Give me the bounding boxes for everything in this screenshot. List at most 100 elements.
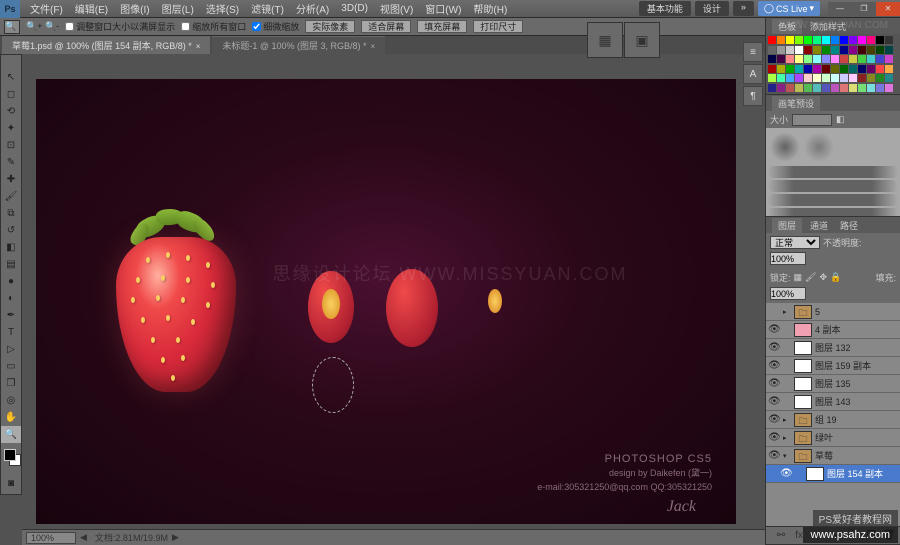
swatch[interactable]	[786, 65, 794, 73]
zoom-tool-preset-icon[interactable]: 🔍	[4, 20, 20, 34]
layer-item[interactable]: 👁图层 159 副本	[766, 357, 900, 375]
swatch[interactable]	[876, 65, 884, 73]
swatch[interactable]	[867, 46, 875, 54]
lock-transparency-icon[interactable]: ▦	[794, 272, 803, 283]
document-tab-active[interactable]: 草莓1.psd @ 100% (图层 154 副本, RGB/8) *×	[2, 36, 210, 54]
styles-tab[interactable]: 添加样式	[804, 19, 852, 34]
swatch[interactable]	[813, 36, 821, 44]
swatch[interactable]	[831, 65, 839, 73]
brush-toggle-icon[interactable]: ◧	[836, 114, 845, 125]
swatch[interactable]	[849, 46, 857, 54]
swatch[interactable]	[795, 46, 803, 54]
swatch[interactable]	[858, 46, 866, 54]
swatch[interactable]	[804, 65, 812, 73]
swatch[interactable]	[804, 55, 812, 63]
swatch[interactable]	[804, 84, 812, 92]
3d-camera-tool-icon[interactable]: ◎	[1, 392, 21, 409]
swatch[interactable]	[813, 55, 821, 63]
layers-tab[interactable]: 图层	[772, 218, 802, 233]
swatch[interactable]	[867, 74, 875, 82]
swatch[interactable]	[786, 55, 794, 63]
layer-item[interactable]: 👁▸🗀组 19	[766, 411, 900, 429]
menu-edit[interactable]: 编辑(E)	[69, 1, 114, 16]
arrange-documents-icon[interactable]: ▦	[587, 22, 623, 58]
swatch[interactable]	[831, 55, 839, 63]
swatch[interactable]	[831, 84, 839, 92]
lock-image-icon[interactable]: 🖌	[805, 272, 816, 283]
swatch[interactable]	[849, 55, 857, 63]
visibility-icon[interactable]: 👁	[768, 396, 780, 407]
swatch[interactable]	[813, 84, 821, 92]
swatch[interactable]	[813, 65, 821, 73]
brush-list[interactable]	[766, 128, 900, 216]
color-swatches[interactable]	[1, 447, 21, 475]
marquee-tool-icon[interactable]: ◻	[1, 86, 21, 103]
swatch[interactable]	[840, 46, 848, 54]
swatch[interactable]	[813, 46, 821, 54]
visibility-icon[interactable]: 👁	[780, 468, 792, 479]
window-close-icon[interactable]: ✕	[876, 2, 900, 16]
swatch[interactable]	[822, 36, 830, 44]
layer-item[interactable]: 👁4 副本	[766, 321, 900, 339]
eyedropper-tool-icon[interactable]: ✎	[1, 154, 21, 171]
swatch[interactable]	[795, 36, 803, 44]
heal-tool-icon[interactable]: ✚	[1, 171, 21, 188]
opacity-input[interactable]	[770, 252, 806, 265]
foreground-color-swatch[interactable]	[4, 449, 16, 461]
swatch[interactable]	[831, 46, 839, 54]
disclosure-icon[interactable]: ▸	[783, 308, 791, 316]
lock-all-icon[interactable]: 🔒	[830, 272, 841, 283]
menu-image[interactable]: 图像(I)	[114, 1, 155, 16]
workspace-basic[interactable]: 基本功能	[639, 1, 691, 16]
menu-analysis[interactable]: 分析(A)	[290, 1, 335, 16]
close-tab-icon[interactable]: ×	[371, 42, 376, 51]
swatch[interactable]	[804, 74, 812, 82]
quickmask-icon[interactable]: ◙	[1, 475, 21, 492]
layer-fx-icon[interactable]: fx	[792, 529, 806, 543]
swatch[interactable]	[777, 74, 785, 82]
swatch[interactable]	[786, 46, 794, 54]
swatch[interactable]	[768, 55, 776, 63]
swatch[interactable]	[849, 65, 857, 73]
menu-layer[interactable]: 图层(L)	[156, 1, 200, 16]
swatch[interactable]	[876, 84, 884, 92]
print-size-button[interactable]: 打印尺寸	[473, 20, 523, 33]
visibility-icon[interactable]: 👁	[768, 342, 780, 353]
menu-select[interactable]: 选择(S)	[200, 1, 245, 16]
paths-tab[interactable]: 路径	[834, 218, 864, 233]
swatch[interactable]	[786, 84, 794, 92]
arrow-right-icon[interactable]: ▶	[172, 532, 179, 543]
swatch[interactable]	[786, 74, 794, 82]
shape-tool-icon[interactable]: ▭	[1, 358, 21, 375]
swatch[interactable]	[768, 84, 776, 92]
swatches-grid[interactable]	[766, 34, 900, 94]
menu-help[interactable]: 帮助(H)	[467, 1, 513, 16]
layer-mask-icon[interactable]: ◐	[810, 529, 824, 543]
visibility-icon[interactable]: 👁	[768, 378, 780, 389]
swatch[interactable]	[777, 36, 785, 44]
crop-tool-icon[interactable]: ⊡	[1, 137, 21, 154]
swatch[interactable]	[876, 55, 884, 63]
menu-file[interactable]: 文件(F)	[24, 1, 69, 16]
swatch[interactable]	[795, 65, 803, 73]
workspace-dropdown-icon[interactable]: »	[733, 1, 754, 16]
wand-tool-icon[interactable]: ✦	[1, 120, 21, 137]
swatch[interactable]	[786, 36, 794, 44]
swatch[interactable]	[777, 65, 785, 73]
lasso-tool-icon[interactable]: ⟲	[1, 103, 21, 120]
swatch[interactable]	[840, 65, 848, 73]
link-layers-icon[interactable]: ⚯	[774, 529, 788, 543]
swatch[interactable]	[867, 84, 875, 92]
menu-view[interactable]: 视图(V)	[374, 1, 419, 16]
swatch[interactable]	[831, 36, 839, 44]
visibility-icon[interactable]: 👁	[768, 360, 780, 371]
fill-screen-button[interactable]: 填充屏幕	[417, 20, 467, 33]
swatch[interactable]	[876, 36, 884, 44]
close-tab-icon[interactable]: ×	[196, 42, 201, 51]
swatch[interactable]	[858, 36, 866, 44]
swatch[interactable]	[813, 74, 821, 82]
stamp-tool-icon[interactable]: ⧉	[1, 205, 21, 222]
brush-preset-tab[interactable]: 画笔预设	[772, 96, 820, 111]
menu-filter[interactable]: 滤镜(T)	[245, 1, 290, 16]
disclosure-icon[interactable]: ▸	[783, 434, 791, 442]
